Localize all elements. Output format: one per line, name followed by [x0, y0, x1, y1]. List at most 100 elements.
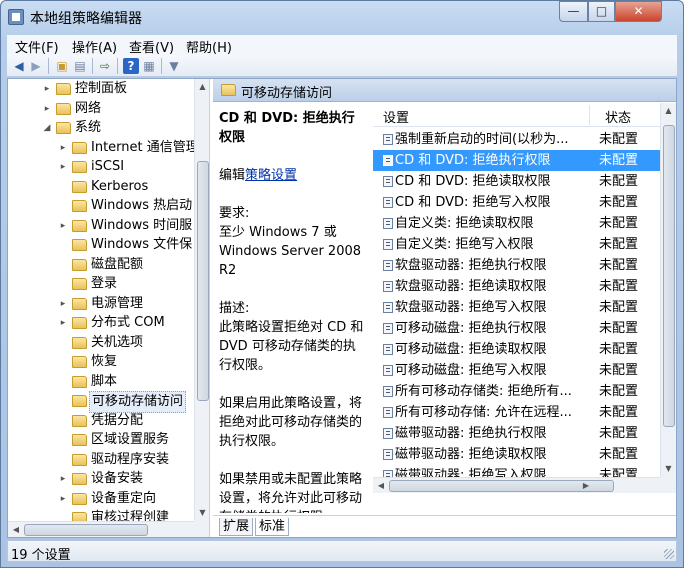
setting-row[interactable]: 可移动磁盘: 拒绝读取权限 未配置: [373, 339, 660, 360]
menu-help[interactable]: 帮助(H): [186, 37, 232, 56]
policy-setting-icon: [383, 323, 393, 334]
tree-item[interactable]: 关机选项: [8, 333, 194, 353]
help-icon[interactable]: ?: [123, 58, 139, 74]
tree-item[interactable]: Kerberos: [8, 177, 194, 197]
tree-item[interactable]: 恢复: [8, 352, 194, 372]
tab-extended[interactable]: 扩展: [219, 518, 254, 536]
setting-row[interactable]: 磁带驱动器: 拒绝读取权限 未配置: [373, 444, 660, 465]
title-bar[interactable]: 本地组策略编辑器 — □ ✕: [1, 1, 683, 33]
expand-arrow-icon[interactable]: ▸: [42, 79, 52, 99]
scroll-thumb[interactable]: [24, 524, 148, 536]
menu-action[interactable]: 操作(A): [72, 37, 117, 56]
tree-vertical-scrollbar[interactable]: ▲ ▼: [194, 79, 209, 521]
close-button[interactable]: ✕: [615, 1, 662, 22]
tree-item[interactable]: ▸ 分布式 COM: [8, 313, 194, 333]
setting-name: 软盘驱动器: 拒绝读取权限: [395, 279, 547, 294]
column-state[interactable]: 状态: [605, 107, 631, 126]
expand-arrow-icon[interactable]: ▸: [58, 469, 68, 489]
setting-row[interactable]: 软盘驱动器: 拒绝读取权限 未配置: [373, 276, 660, 297]
minimize-button[interactable]: —: [559, 1, 588, 22]
scroll-corner: [660, 477, 676, 493]
setting-row[interactable]: 可移动磁盘: 拒绝执行权限 未配置: [373, 318, 660, 339]
expand-arrow-icon[interactable]: ▸: [58, 216, 68, 236]
expand-arrow-icon[interactable]: ▸: [58, 489, 68, 509]
folder-icon: [56, 102, 71, 115]
tree-item[interactable]: 可移动存储访问: [8, 391, 194, 413]
scroll-up-icon[interactable]: ▲: [661, 103, 676, 119]
policy-setting-icon: [383, 260, 393, 271]
setting-row[interactable]: 自定义类: 拒绝读取权限 未配置: [373, 213, 660, 234]
scroll-thumb[interactable]: [197, 161, 209, 401]
policy-setting-icon: [383, 197, 393, 208]
menu-file[interactable]: 文件(F): [15, 37, 59, 56]
up-folder-icon[interactable]: ▣: [54, 58, 70, 74]
setting-row[interactable]: 可移动磁盘: 拒绝写入权限 未配置: [373, 360, 660, 381]
folder-icon: [72, 336, 87, 349]
setting-row[interactable]: 所有可移动存储: 允许在远程... 未配置: [373, 402, 660, 423]
expand-arrow-icon[interactable]: ◢: [42, 118, 52, 138]
setting-row[interactable]: 强制重新启动的时间(以秒为... 未配置: [373, 129, 660, 150]
setting-state: 未配置: [599, 237, 639, 252]
scroll-down-icon[interactable]: ▼: [661, 461, 676, 477]
scroll-thumb[interactable]: [663, 125, 675, 427]
list-vertical-scrollbar[interactable]: ▲ ▼: [660, 103, 676, 477]
expand-arrow-icon[interactable]: ▸: [58, 138, 68, 158]
tree-item[interactable]: 登录: [8, 274, 194, 294]
tree-item[interactable]: ▸ 设备安装: [8, 469, 194, 489]
scroll-right-icon[interactable]: ▶: [578, 478, 594, 493]
tree-item[interactable]: 凭据分配: [8, 411, 194, 431]
folder-icon: [72, 434, 87, 446]
tree-horizontal-scrollbar[interactable]: ◀ ▶: [8, 521, 194, 537]
expand-arrow-icon[interactable]: ▸: [42, 99, 52, 119]
list-horizontal-scrollbar[interactable]: ◀ ▶: [373, 477, 660, 493]
setting-state: 未配置: [599, 321, 639, 336]
tree-item[interactable]: ▸ 设备重定向: [8, 489, 194, 509]
scroll-left-icon[interactable]: ◀: [8, 522, 24, 537]
setting-row[interactable]: CD 和 DVD: 拒绝执行权限 未配置: [373, 150, 660, 171]
tree-item[interactable]: ▸ Internet 通信管理: [8, 138, 199, 158]
tab-standard[interactable]: 标准: [255, 518, 290, 536]
edit-policy-link[interactable]: 策略设置: [245, 168, 297, 183]
tree-item-label: 系统: [75, 120, 102, 135]
setting-row[interactable]: 软盘驱动器: 拒绝执行权限 未配置: [373, 255, 660, 276]
setting-row[interactable]: CD 和 DVD: 拒绝读取权限 未配置: [373, 171, 660, 192]
maximize-button[interactable]: □: [588, 1, 615, 22]
tree-item[interactable]: ▸ iSCSI: [8, 157, 194, 177]
forward-icon[interactable]: ▶: [28, 58, 44, 74]
scroll-up-icon[interactable]: ▲: [195, 79, 209, 95]
expand-arrow-icon[interactable]: ▸: [58, 294, 68, 314]
menu-view[interactable]: 查看(V): [129, 37, 174, 56]
tree-item[interactable]: Windows 文件保: [8, 235, 194, 255]
tree-item[interactable]: 区域设置服务: [8, 430, 194, 450]
tree-item[interactable]: 驱动程序安装: [8, 450, 194, 470]
folder-icon: [72, 200, 87, 212]
expand-arrow-icon[interactable]: ▸: [58, 157, 68, 177]
tree-item[interactable]: ▸ 网络: [8, 99, 194, 119]
resize-grip-icon[interactable]: [664, 549, 674, 559]
folder-icon: [72, 356, 87, 368]
tree-item[interactable]: ▸ 电源管理: [8, 294, 194, 314]
tree-item[interactable]: 脚本: [8, 372, 194, 392]
properties-icon[interactable]: ▦: [141, 58, 157, 74]
setting-row[interactable]: 自定义类: 拒绝写入权限 未配置: [373, 234, 660, 255]
tree-item[interactable]: ▸ Windows 时间服: [8, 216, 194, 236]
scroll-left-icon[interactable]: ◀: [373, 478, 389, 493]
setting-row[interactable]: 磁带驱动器: 拒绝执行权限 未配置: [373, 423, 660, 444]
tree-item[interactable]: ▸ 控制面板: [8, 79, 194, 99]
export-list-icon[interactable]: ⇨: [97, 58, 113, 74]
column-divider[interactable]: [589, 105, 590, 125]
setting-name: 强制重新启动的时间(以秒为...: [395, 132, 569, 147]
tree-item[interactable]: Windows 热启动: [8, 196, 194, 216]
filter-icon[interactable]: ▼: [166, 58, 182, 74]
column-setting[interactable]: 设置: [383, 107, 409, 126]
setting-row[interactable]: 软盘驱动器: 拒绝写入权限 未配置: [373, 297, 660, 318]
scroll-down-icon[interactable]: ▼: [195, 505, 209, 521]
back-icon[interactable]: ◀: [11, 58, 27, 74]
tree-item[interactable]: ◢ 系统: [8, 118, 194, 138]
setting-row[interactable]: CD 和 DVD: 拒绝写入权限 未配置: [373, 192, 660, 213]
expand-arrow-icon[interactable]: ▸: [58, 313, 68, 333]
setting-row[interactable]: 所有可移动存储类: 拒绝所有... 未配置: [373, 381, 660, 402]
show-hide-tree-icon[interactable]: ▤: [72, 58, 88, 74]
tree-item[interactable]: 磁盘配额: [8, 255, 194, 275]
pane-title: 可移动存储访问: [241, 86, 333, 101]
